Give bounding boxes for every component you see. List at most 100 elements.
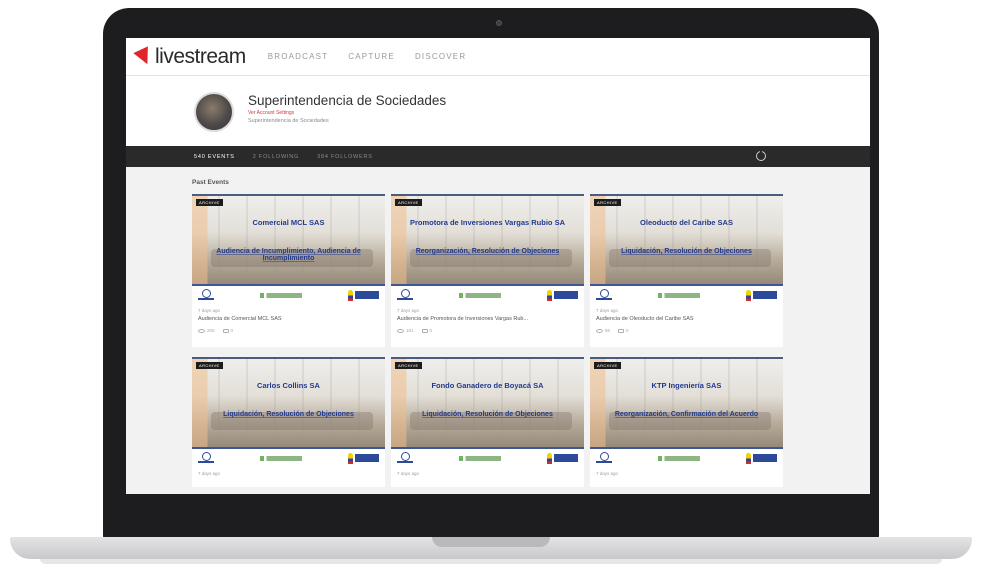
events-grid: ARCHIVE Comercial MCL SAS Audiencia de I… xyxy=(192,194,870,487)
supersociedades-logo-icon xyxy=(397,289,413,301)
nav-link-broadcast[interactable]: BROADCAST xyxy=(268,52,329,61)
views-count: 200 xyxy=(207,328,215,333)
event-thumbnail[interactable]: ARCHIVE Carlos Collins SA Liquidación, R… xyxy=(192,357,385,467)
ministry-logo-icon xyxy=(658,292,700,298)
event-title[interactable]: Audiencia de Oleoducto del Caribe SAS xyxy=(596,316,777,322)
flag-icon xyxy=(348,289,353,301)
event-card[interactable]: ARCHIVE Oleoducto del Caribe SAS Liquida… xyxy=(590,194,783,347)
event-meta: 7 days ago xyxy=(391,467,584,483)
eye-icon xyxy=(397,328,404,333)
nav-link-discover[interactable]: DISCOVER xyxy=(415,52,466,61)
flag-icon xyxy=(547,452,552,464)
channel-title[interactable]: Superintendencia de Sociedades xyxy=(248,93,446,108)
event-time: 7 days ago xyxy=(596,471,619,476)
comment-icon xyxy=(421,328,428,333)
event-meta: 7 days ago xyxy=(590,467,783,483)
logo-text: livestream xyxy=(155,44,246,68)
government-wordmark-icon xyxy=(355,291,379,299)
channel-subtitle[interactable]: Ver Account Settings xyxy=(248,110,294,116)
comments-stat: 0 xyxy=(222,328,233,333)
event-title[interactable]: Audiencia de Comercial MCL SAS xyxy=(198,316,379,322)
laptop-notch xyxy=(432,537,550,547)
tab-followers[interactable]: 384 FOLLOWERS xyxy=(317,154,373,160)
overlay-hearing-type: Liquidación, Resolución de Objeciones xyxy=(223,411,354,418)
government-logo-icon xyxy=(547,289,578,301)
event-time: 7 days ago xyxy=(596,308,619,313)
ministry-logo-icon xyxy=(658,455,700,461)
courtroom-image xyxy=(391,359,584,451)
views-count: 86 xyxy=(605,328,611,333)
ministry-logo-icon xyxy=(459,455,501,461)
government-wordmark-icon xyxy=(554,291,578,299)
courtroom-image xyxy=(192,359,385,451)
channel-avatar[interactable] xyxy=(194,92,234,132)
comments-stat: 0 xyxy=(618,328,629,333)
comment-icon xyxy=(618,328,625,333)
ministry-logo-icon xyxy=(459,292,501,298)
livestream-logo-icon xyxy=(133,45,155,68)
channel-description: Superintendencia de Sociedades xyxy=(248,118,329,124)
courtroom-image xyxy=(192,196,385,288)
flag-icon xyxy=(547,289,552,301)
event-thumbnail[interactable]: ARCHIVE KTP Ingeniería SAS Reorganizació… xyxy=(590,357,783,467)
laptop-mockup: livestream BROADCAST CAPTURE DISCOVER Su… xyxy=(0,0,982,567)
government-logo-icon xyxy=(547,452,578,464)
flag-icon xyxy=(746,452,751,464)
events-section: Past Events ARCHIVE Comercial MCL SAS Au… xyxy=(126,167,870,487)
archive-badge: ARCHIVE xyxy=(395,362,422,369)
views-count: 181 xyxy=(406,328,414,333)
supersociedades-logo-icon xyxy=(198,289,214,301)
archive-badge: ARCHIVE xyxy=(196,199,223,206)
overlay-hearing-type: Audiencia de Incumplimiento, Audiencia d… xyxy=(216,248,361,262)
sponsor-logo-strip xyxy=(590,447,783,467)
event-card[interactable]: ARCHIVE Fondo Ganadero de Boyacá SA Liqu… xyxy=(391,357,584,487)
livestream-logo[interactable]: livestream xyxy=(133,44,246,69)
ministry-logo-icon xyxy=(260,455,302,461)
courtroom-image xyxy=(590,359,783,451)
tab-events[interactable]: 540 EVENTS xyxy=(194,154,235,160)
channel-header: Superintendencia de Sociedades Ver Accou… xyxy=(126,76,870,146)
supersociedades-logo-icon xyxy=(397,452,413,464)
event-card[interactable]: ARCHIVE Carlos Collins SA Liquidación, R… xyxy=(192,357,385,487)
overlay-company-name: Oleoducto del Caribe SAS xyxy=(640,218,733,227)
government-logo-icon xyxy=(746,452,777,464)
event-thumbnail[interactable]: ARCHIVE Comercial MCL SAS Audiencia de I… xyxy=(192,194,385,304)
comments-count: 0 xyxy=(429,328,433,333)
sponsor-logo-strip xyxy=(391,447,584,467)
overlay-hearing-type: Liquidación, Resolución de Objeciones xyxy=(422,411,553,418)
courtroom-image xyxy=(391,196,584,288)
nav-link-capture[interactable]: CAPTURE xyxy=(348,52,395,61)
event-thumbnail[interactable]: ARCHIVE Oleoducto del Caribe SAS Liquida… xyxy=(590,194,783,304)
event-card[interactable]: ARCHIVE Promotora de Inversiones Vargas … xyxy=(391,194,584,347)
overlay-company-name: Comercial MCL SAS xyxy=(252,218,325,227)
event-card[interactable]: ARCHIVE KTP Ingeniería SAS Reorganizació… xyxy=(590,357,783,487)
sponsor-logo-strip xyxy=(192,447,385,467)
event-time: 7 days ago xyxy=(397,308,420,313)
sponsor-logo-strip xyxy=(590,284,783,304)
event-thumbnail[interactable]: ARCHIVE Fondo Ganadero de Boyacá SA Liqu… xyxy=(391,357,584,467)
event-thumbnail[interactable]: ARCHIVE Promotora de Inversiones Vargas … xyxy=(391,194,584,304)
event-meta: 7 days ago Audiencia de Oleoducto del Ca… xyxy=(590,304,783,337)
event-title[interactable]: Audiencia de Promotora de Inversiones Va… xyxy=(397,316,578,322)
overlay-company-name: KTP Ingeniería SAS xyxy=(651,381,722,390)
government-logo-icon xyxy=(348,289,379,301)
event-time: 7 days ago xyxy=(198,308,221,313)
event-meta: 7 days ago Audiencia de Promotora de Inv… xyxy=(391,304,584,337)
overlay-hearing-type: Liquidación, Resolución de Objeciones xyxy=(621,248,752,255)
event-meta: 7 days ago Audiencia de Comercial MCL SA… xyxy=(192,304,385,337)
government-logo-icon xyxy=(746,289,777,301)
webcam xyxy=(496,20,502,26)
archive-badge: ARCHIVE xyxy=(594,199,621,206)
views-stat: 200 xyxy=(198,328,215,333)
power-icon[interactable] xyxy=(756,149,766,161)
government-wordmark-icon xyxy=(753,454,777,462)
tab-following[interactable]: 2 FOLLOWING xyxy=(253,154,299,160)
ministry-logo-icon xyxy=(260,292,302,298)
sponsor-logo-strip xyxy=(192,284,385,304)
event-stats: 86 0 xyxy=(596,328,777,333)
overlay-company-name: Fondo Ganadero de Boyacá SA xyxy=(431,381,544,390)
section-title: Past Events xyxy=(192,179,229,186)
eye-icon xyxy=(198,328,205,333)
event-card[interactable]: ARCHIVE Comercial MCL SAS Audiencia de I… xyxy=(192,194,385,347)
top-navigation: livestream BROADCAST CAPTURE DISCOVER xyxy=(126,38,870,76)
